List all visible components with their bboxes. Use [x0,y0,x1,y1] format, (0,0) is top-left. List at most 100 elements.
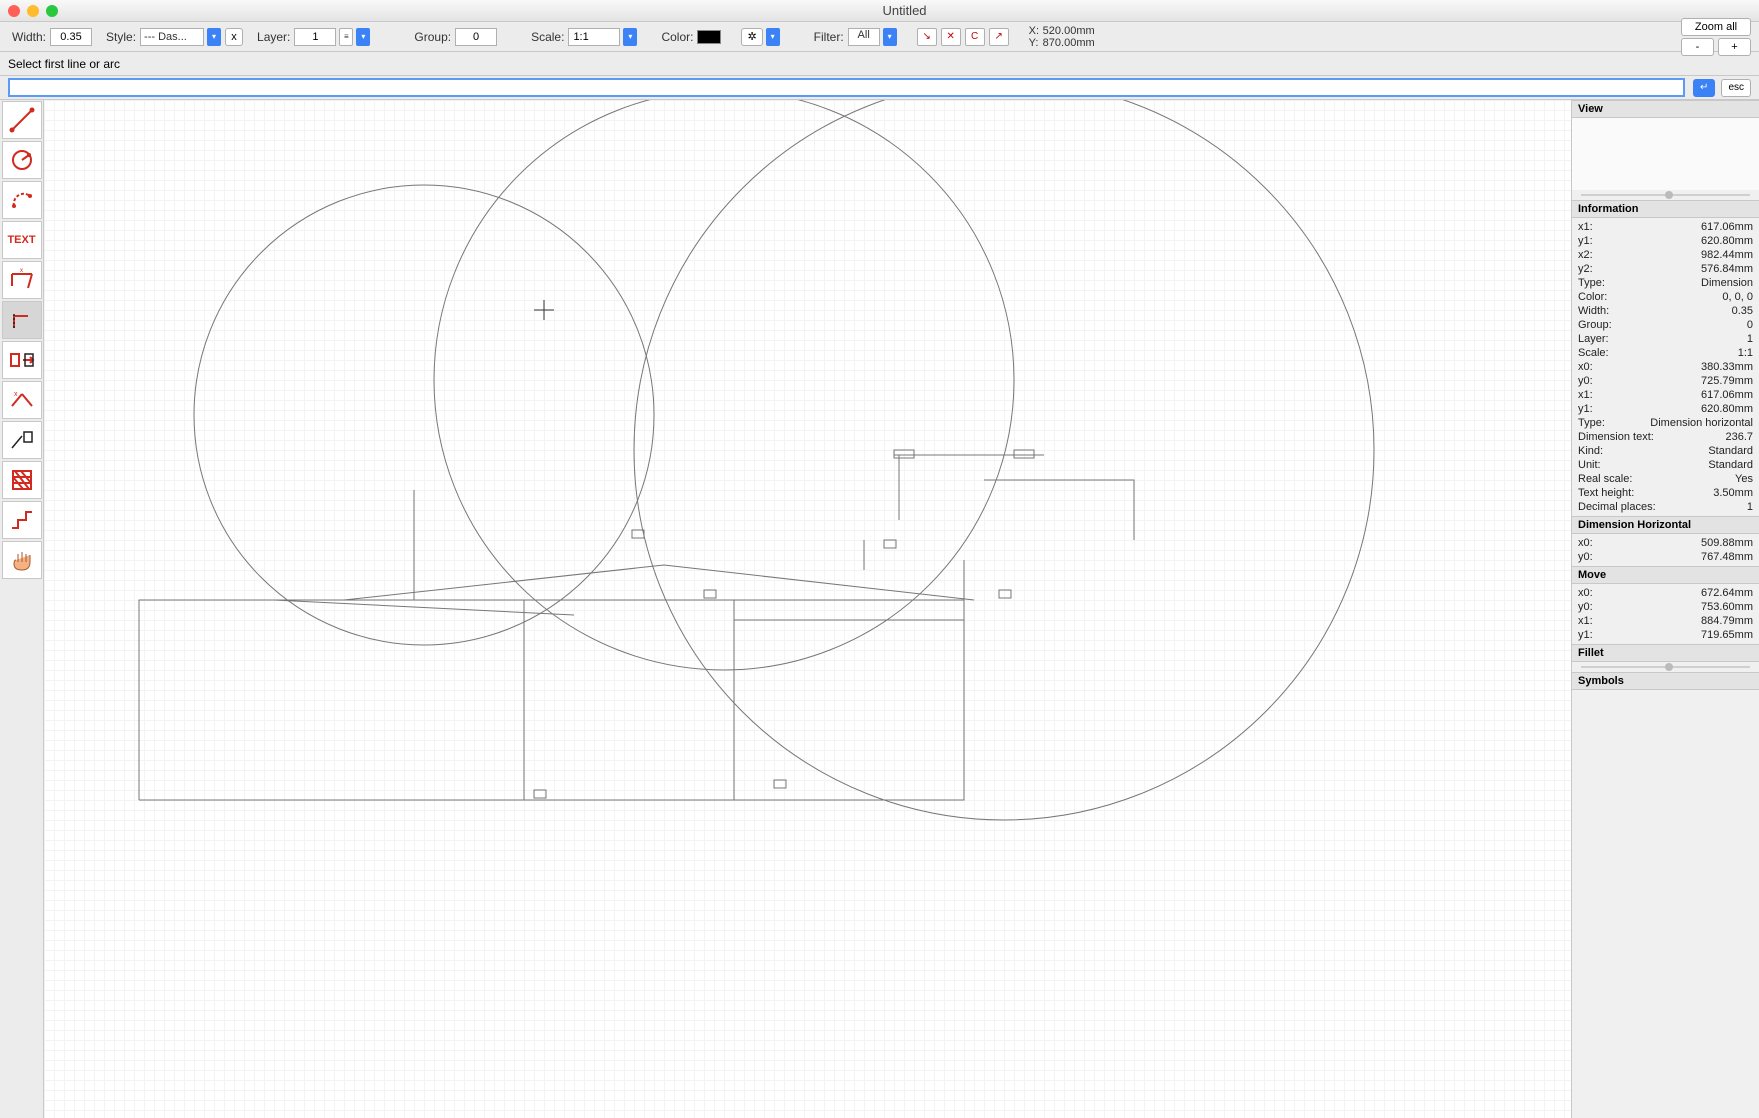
property-row: Color:0, 0, 0 [1572,290,1759,304]
top-toolbar: Width: Style: --- Das... ▾ x Layer: ≡ ▾ … [0,22,1759,52]
color-swatch[interactable] [697,30,721,44]
filter-select[interactable]: All [848,28,880,46]
property-row: Decimal places:1 [1572,500,1759,514]
fillet-slider[interactable] [1572,662,1759,672]
scale-input[interactable] [568,28,620,46]
property-key: x1: [1578,615,1593,627]
text-tool[interactable]: TEXT [2,221,42,259]
close-window-button[interactable] [8,5,20,17]
window-titlebar: Untitled [0,0,1759,22]
snap-endpoint-button[interactable]: ↘ [917,28,937,46]
property-row: y1: 620.80mm [1572,402,1759,416]
symbols-section-header[interactable]: Symbols [1572,672,1759,690]
property-key: Scale: [1578,347,1609,359]
arc-tool[interactable] [2,181,42,219]
property-value: Standard [1708,459,1753,471]
clear-style-button[interactable]: x [225,28,243,46]
snap-tangent-button[interactable]: ↗ [989,28,1009,46]
mirror-tool[interactable] [2,341,42,379]
settings-gear-button[interactable]: ✲ [741,28,762,46]
inspector-panel: View Information x1:617.06mmy1:620.80mmx… [1571,100,1759,1118]
group-label: Group: [414,30,451,44]
settings-dropdown-arrow[interactable]: ▾ [766,28,780,46]
erase-tool[interactable] [2,421,42,459]
property-key: Kind: [1578,445,1603,457]
snap-cancel-button[interactable]: ✕ [941,28,961,46]
enter-key-button[interactable]: ↵ [1693,79,1715,97]
property-value: 620.80mm [1701,403,1753,415]
scale-dropdown-arrow[interactable]: ▾ [623,28,637,46]
layer-list-icon[interactable]: ≡ [339,28,353,46]
style-dropdown-arrow[interactable]: ▾ [207,28,221,46]
property-row: x0: 380.33mm [1572,360,1759,374]
view-slider[interactable] [1572,190,1759,200]
property-key: x1: [1578,389,1593,401]
property-key: Type: [1578,417,1605,429]
hatch-tool[interactable] [2,461,42,499]
circle-tool[interactable] [2,141,42,179]
property-key: y1: [1578,235,1593,247]
property-key: x0: [1578,361,1593,373]
property-row: x1:617.06mm [1572,388,1759,402]
drawing-canvas[interactable] [44,100,1571,1118]
property-key: y1: [1578,403,1593,415]
text-icon: TEXT [7,234,35,246]
property-row: y0:753.60mm [1572,600,1759,614]
information-section-header[interactable]: Information [1572,200,1759,218]
zoom-out-button[interactable]: - [1681,38,1714,56]
property-value: Dimension horizontal [1650,417,1753,429]
property-key: y1: [1578,629,1593,641]
property-row: Group:0 [1572,318,1759,332]
property-row: x1:884.79mm [1572,614,1759,628]
layer-label: Layer: [257,30,290,44]
layer-dropdown-arrow[interactable]: ▾ [356,28,370,46]
move-section-header[interactable]: Move [1572,566,1759,584]
information-section-body: x1:617.06mmy1:620.80mmx2:982.44mmy2:576.… [1572,218,1759,516]
pan-tool[interactable] [2,541,42,579]
line-tool[interactable] [2,101,42,139]
dimension-horizontal-section-header[interactable]: Dimension Horizontal [1572,516,1759,534]
minimize-window-button[interactable] [27,5,39,17]
esc-key-button[interactable]: esc [1721,79,1751,97]
property-row: y0:767.48mm [1572,550,1759,564]
fillet-section-header[interactable]: Fillet [1572,644,1759,662]
property-row: Text height:3.50mm [1572,486,1759,500]
view-section-body [1572,118,1759,190]
prompt-message: Select first line or arc [8,57,120,71]
property-value: 380.33mm [1701,361,1753,373]
property-key: Type: [1578,277,1605,289]
coord-y-value: 870.00mm [1043,37,1095,49]
style-label: Style: [106,30,136,44]
drawing-content [44,100,1571,1118]
style-select[interactable]: --- Das... [140,28,204,46]
property-key: y0: [1578,551,1593,563]
command-input[interactable] [8,78,1685,97]
filter-dropdown-arrow[interactable]: ▾ [883,28,897,46]
snap-center-button[interactable]: C [965,28,985,46]
property-value: 620.80mm [1701,235,1753,247]
fillet-tool[interactable] [2,301,42,339]
symbols-section-body [1572,690,1759,1110]
coord-x-label: X: [1029,25,1043,37]
property-key: x2: [1578,249,1593,261]
property-value: 719.65mm [1701,629,1753,641]
trim-tool[interactable]: x [2,381,42,419]
layer-input[interactable] [294,28,336,46]
svg-text:x: x [14,391,18,398]
move-section-body: x0:672.64mmy0:753.60mmx1:884.79mmy1:719.… [1572,584,1759,644]
view-section-header[interactable]: View [1572,100,1759,118]
dimension-tool[interactable]: x [2,261,42,299]
fullscreen-window-button[interactable] [46,5,58,17]
gear-icon: ✲ [747,30,756,43]
zoom-all-button[interactable]: Zoom all [1681,18,1751,36]
property-key: y2: [1578,263,1593,275]
property-value: 1 [1747,333,1753,345]
color-label: Color: [661,30,693,44]
zoom-in-button[interactable]: + [1718,38,1751,56]
property-row: Layer:1 [1572,332,1759,346]
group-input[interactable] [455,28,497,46]
width-input[interactable] [50,28,92,46]
property-value: 236.7 [1725,431,1753,443]
polyline-tool[interactable] [2,501,42,539]
property-value: 0 [1747,319,1753,331]
